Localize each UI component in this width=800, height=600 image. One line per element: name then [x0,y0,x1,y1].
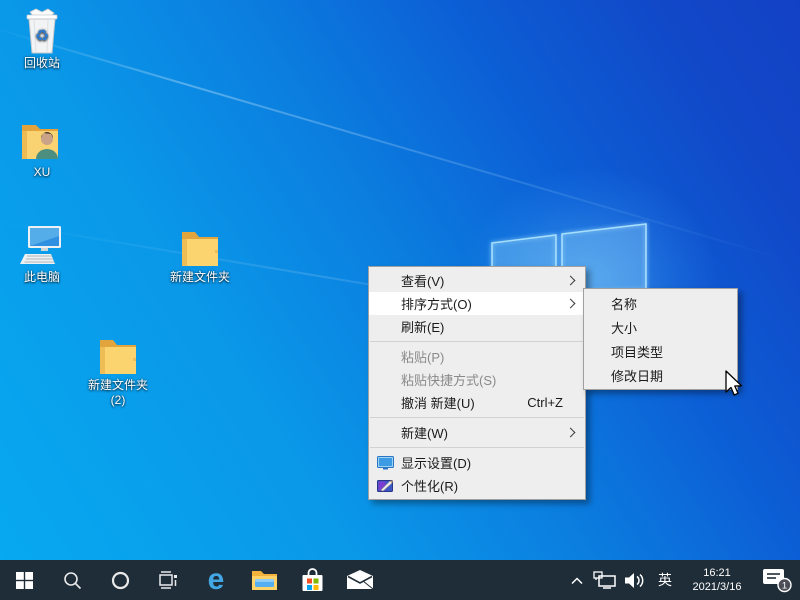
task-view-icon [158,570,178,590]
notification-icon: 1 [760,566,794,594]
store-icon [300,567,325,593]
search-button[interactable] [48,560,96,600]
store-button[interactable] [288,560,336,600]
desktop-icon-label-line2: (2) [79,393,157,408]
menu-item-undo-new[interactable]: 撤消 新建(U) Ctrl+Z [369,391,585,414]
cortana-icon [111,571,130,590]
task-view-button[interactable] [144,560,192,600]
desktop-context-menu: 查看(V) 排序方式(O) 刷新(E) 粘贴(P) 粘贴快捷方式(S) 撤消 新… [368,266,586,500]
submenu-item-date-modified[interactable]: 修改日期 [584,363,737,387]
search-icon [63,571,82,590]
submenu-item-size[interactable]: 大小 [584,315,737,339]
submenu-arrow-icon [566,298,576,308]
personalize-icon [377,479,394,493]
windows-logo-icon [16,572,33,589]
mail-button[interactable] [336,560,384,600]
menu-item-personalize[interactable]: 个性化(R) [369,474,585,497]
file-explorer-button[interactable] [240,560,288,600]
submenu-item-name[interactable]: 名称 [584,291,737,315]
windows-desktop-screen: ♻ 回收站 XU [0,0,800,600]
tray-network-button[interactable] [590,560,620,600]
desktop-icon-new-folder-2[interactable]: 新建文件夹 (2) [79,330,157,408]
cortana-button[interactable] [96,560,144,600]
this-pc-icon [3,222,81,268]
menu-separator [370,341,584,342]
system-tray: 英 16:21 2021/3/16 1 [564,560,800,600]
menu-item-paste-shortcut: 粘贴快捷方式(S) [369,368,585,391]
menu-item-view[interactable]: 查看(V) [369,269,585,292]
speaker-icon [624,572,646,589]
desktop-icon-new-folder[interactable]: 新建文件夹 [161,222,239,285]
menu-item-display-settings[interactable]: 显示设置(D) [369,451,585,474]
desktop-icon-label: 此电脑 [3,270,81,285]
sort-by-submenu: 名称 大小 项目类型 修改日期 [583,288,738,390]
display-settings-icon [377,456,394,470]
desktop-icon-label: 回收站 [3,56,81,71]
chevron-up-icon [570,576,584,585]
folder-icon [161,222,239,268]
light-beam [0,26,787,261]
file-explorer-icon [251,569,278,591]
tray-volume-button[interactable] [620,560,650,600]
desktop-icon-user-folder[interactable]: XU [3,117,81,180]
taskbar: e [0,560,800,600]
recycle-bin-icon: ♻ [3,8,81,54]
start-button[interactable] [0,560,48,600]
edge-icon: e [208,565,225,595]
menu-item-sort-by[interactable]: 排序方式(O) [369,292,585,315]
menu-item-refresh[interactable]: 刷新(E) [369,315,585,338]
desktop-icon-this-pc[interactable]: 此电脑 [3,222,81,285]
tray-time: 16:21 [703,567,731,579]
folder-icon [79,330,157,376]
menu-shortcut: Ctrl+Z [527,395,563,410]
submenu-item-item-type[interactable]: 项目类型 [584,339,737,363]
mail-icon [346,570,374,590]
svg-text:♻: ♻ [35,28,49,45]
edge-button[interactable]: e [192,560,240,600]
desktop-icon-label: 新建文件夹 [79,378,157,393]
action-center-button[interactable]: 1 [754,560,800,600]
menu-separator [370,447,584,448]
submenu-arrow-icon [566,427,576,437]
desktop-icon-recycle-bin[interactable]: ♻ 回收站 [3,8,81,71]
tray-input-language-indicator[interactable]: 英 [650,560,680,600]
menu-item-paste: 粘贴(P) [369,345,585,368]
user-folder-icon [3,117,81,163]
desktop-icon-label: XU [3,165,81,180]
desktop-icon-label: 新建文件夹 [161,270,239,285]
tray-show-hidden-icons-button[interactable] [564,560,590,600]
network-icon [593,571,617,589]
menu-item-new[interactable]: 新建(W) [369,421,585,444]
notification-badge: 1 [782,581,787,592]
menu-separator [370,417,584,418]
tray-clock[interactable]: 16:21 2021/3/16 [680,560,754,600]
tray-date: 2021/3/16 [693,581,742,593]
submenu-arrow-icon [566,275,576,285]
